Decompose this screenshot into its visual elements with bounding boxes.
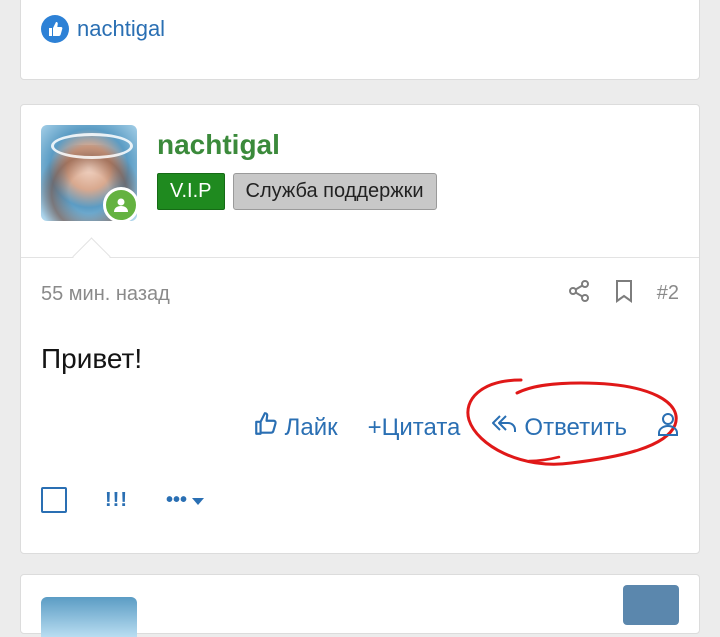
bookmark-icon[interactable] bbox=[613, 279, 635, 308]
reaction-username[interactable]: nachtigal bbox=[77, 16, 165, 42]
share-icon[interactable] bbox=[567, 279, 591, 308]
chevron-down-icon bbox=[191, 489, 205, 512]
support-badge: Служба поддержки bbox=[232, 173, 437, 210]
thumbs-up-icon bbox=[41, 15, 69, 43]
avatar[interactable] bbox=[41, 125, 139, 223]
user-badges: V.I.P Служба поддержки bbox=[157, 173, 437, 210]
reply-icon bbox=[490, 412, 518, 443]
select-post-checkbox[interactable] bbox=[41, 487, 67, 513]
more-dots-icon: ••• bbox=[165, 488, 187, 511]
post-number[interactable]: #2 bbox=[657, 282, 679, 305]
vip-badge: V.I.P bbox=[157, 173, 225, 210]
more-options-button[interactable]: ••• bbox=[166, 489, 205, 512]
reaction-card: nachtigal bbox=[20, 0, 700, 80]
quote-button[interactable]: +Цитата bbox=[368, 414, 461, 442]
next-post-avatar[interactable] bbox=[41, 597, 137, 637]
mark-important-button[interactable]: !!! bbox=[105, 489, 128, 512]
like-button[interactable]: Лайк bbox=[253, 411, 338, 444]
post-card: nachtigal V.I.P Служба поддержки 55 мин.… bbox=[20, 104, 700, 554]
quote-label: +Цитата bbox=[367, 413, 461, 441]
online-status-icon bbox=[103, 187, 139, 223]
moderation-tools: !!! ••• bbox=[41, 487, 205, 513]
next-post-action-button[interactable] bbox=[623, 585, 679, 625]
next-post-card bbox=[20, 574, 700, 637]
header-divider bbox=[21, 257, 699, 258]
reactions-row[interactable]: nachtigal bbox=[41, 15, 165, 43]
post-actions: Лайк +Цитата Ответить bbox=[253, 411, 679, 444]
user-icon bbox=[657, 412, 679, 443]
post-message: Привет! bbox=[41, 343, 143, 374]
post-author[interactable]: nachtigal bbox=[157, 129, 280, 161]
reply-button[interactable]: Ответить bbox=[490, 412, 627, 443]
avatar-pointer bbox=[72, 237, 111, 276]
like-label: Лайк bbox=[284, 413, 338, 441]
reply-label: Ответить bbox=[524, 413, 627, 441]
post-timestamp[interactable]: 55 мин. назад bbox=[41, 283, 170, 306]
thumbs-up-outline-icon bbox=[253, 411, 279, 444]
post-meta: #2 bbox=[567, 279, 679, 308]
user-profile-button[interactable] bbox=[657, 412, 679, 443]
